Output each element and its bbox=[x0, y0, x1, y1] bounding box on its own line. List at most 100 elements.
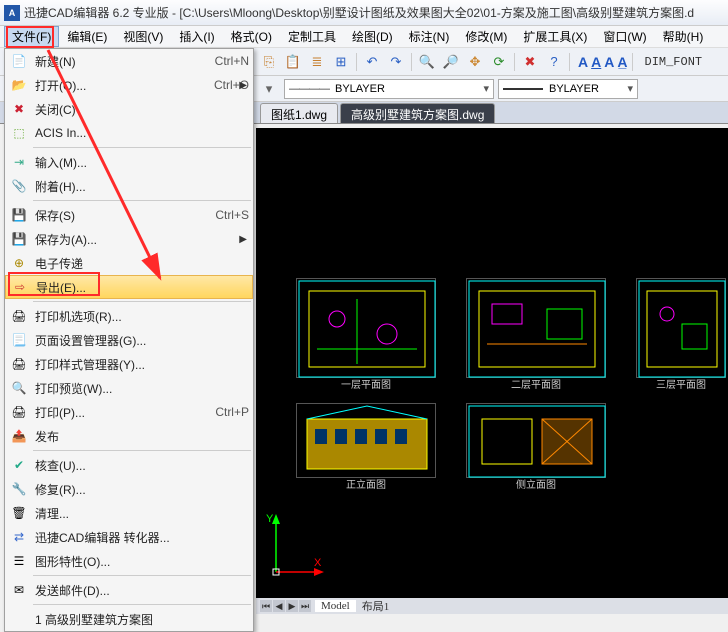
close-file-icon: ✖ bbox=[9, 101, 29, 117]
file-dropdown-menu: 📄 新建(N) Ctrl+N 📂 打开(O)... Ctrl+O ▶ ✖ 关闭(… bbox=[4, 48, 254, 632]
menu-recent-1[interactable]: 1 高级别墅建筑方案图 bbox=[5, 607, 253, 631]
menu-close[interactable]: ✖ 关闭(C) bbox=[5, 97, 253, 121]
menu-separator bbox=[33, 604, 251, 605]
tab-layout1[interactable]: 布局1 bbox=[356, 598, 396, 614]
close-icon[interactable]: ✖ bbox=[519, 51, 541, 73]
refresh-icon[interactable]: ⟳ bbox=[488, 51, 510, 73]
print-style-icon: 🖨 bbox=[9, 356, 29, 372]
properties-icon[interactable]: ⊞ bbox=[330, 51, 352, 73]
drawing-view-1[interactable]: 一层平面图 bbox=[296, 278, 436, 378]
toolbar-sep bbox=[569, 53, 570, 71]
menu-edit[interactable]: 编辑(E) bbox=[59, 26, 115, 47]
menu-format[interactable]: 格式(O) bbox=[223, 26, 280, 47]
menu-modify[interactable]: 修改(M) bbox=[457, 26, 515, 47]
menu-pagesetup[interactable]: 📃 页面设置管理器(G)... bbox=[5, 328, 253, 352]
nav-last-icon[interactable]: ⏭ bbox=[299, 600, 311, 612]
x-axis-label: X bbox=[314, 557, 322, 569]
print-icon: 🖨 bbox=[9, 404, 29, 420]
menu-recover[interactable]: 🔧 修复(R)... bbox=[5, 477, 253, 501]
thumb-label-5: 侧立面图 bbox=[516, 476, 556, 491]
open-folder-icon: 📂 bbox=[9, 77, 29, 93]
redo-icon[interactable]: ↷ bbox=[385, 51, 407, 73]
text-style-buttons[interactable]: A A A A̲ bbox=[578, 54, 628, 70]
chevron-down-icon: ▾ bbox=[627, 82, 633, 95]
menu-separator bbox=[33, 301, 251, 302]
layer-edit-icon[interactable]: ▾ bbox=[258, 78, 280, 100]
window-title: 迅捷CAD编辑器 6.2 专业版 - [C:\Users\Mloong\Desk… bbox=[24, 4, 694, 21]
menu-annotate[interactable]: 标注(N) bbox=[401, 26, 458, 47]
menu-export[interactable]: ⇨ 导出(E)... bbox=[5, 275, 253, 299]
menu-attach[interactable]: 📎 附着(H)... bbox=[5, 174, 253, 198]
menu-print[interactable]: 🖨 打印(P)... Ctrl+P bbox=[5, 400, 253, 424]
drawing-view-5[interactable]: 侧立面图 bbox=[466, 403, 606, 478]
copy-icon[interactable]: ⎘ bbox=[258, 51, 280, 73]
lineweight-combo[interactable]: BYLAYER ▾ bbox=[498, 79, 638, 99]
layers-icon[interactable]: ≣ bbox=[306, 51, 328, 73]
tab-nav-buttons[interactable]: ⏮ ◀ ▶ ⏭ bbox=[260, 600, 311, 612]
doc-tab-2[interactable]: 高级别墅建筑方案图.dwg bbox=[340, 103, 495, 123]
menu-input[interactable]: ⇥ 输入(M)... bbox=[5, 150, 253, 174]
menu-sendmail[interactable]: ✉ 发送邮件(D)... bbox=[5, 578, 253, 602]
etransmit-icon: ⊕ bbox=[9, 255, 29, 271]
saveas-icon: 💾 bbox=[9, 231, 29, 247]
app-icon: A bbox=[4, 5, 20, 21]
menu-audit[interactable]: ✔ 核查(U)... bbox=[5, 453, 253, 477]
text-style-a1[interactable]: A bbox=[578, 54, 588, 70]
menu-extend[interactable]: 扩展工具(X) bbox=[515, 26, 595, 47]
paste-icon[interactable]: 📋 bbox=[282, 51, 304, 73]
nav-next-icon[interactable]: ▶ bbox=[286, 600, 298, 612]
print-preview-icon: 🔍 bbox=[9, 380, 29, 396]
pan-icon[interactable]: ✥ bbox=[464, 51, 486, 73]
menu-acis[interactable]: ⬚ ACIS In... bbox=[5, 121, 253, 145]
menu-separator bbox=[33, 450, 251, 451]
bylayer-label: BYLAYER bbox=[335, 83, 385, 95]
text-style-a4[interactable]: A̲ bbox=[617, 54, 627, 70]
menu-purge[interactable]: 🗑 清理... bbox=[5, 501, 253, 525]
layout-tabs: ⏮ ◀ ▶ ⏭ Model 布局1 bbox=[256, 598, 728, 614]
ucs-icon: Y X bbox=[266, 512, 326, 582]
menu-draw[interactable]: 绘图(D) bbox=[344, 26, 401, 47]
zoom-out-icon[interactable]: 🔎 bbox=[440, 51, 462, 73]
menu-printopts[interactable]: 🖨 打印机选项(R)... bbox=[5, 304, 253, 328]
menu-separator bbox=[33, 147, 251, 148]
doc-tab-1[interactable]: 图纸1.dwg bbox=[260, 103, 338, 123]
converter-icon: ⇄ bbox=[9, 529, 29, 545]
menu-open[interactable]: 📂 打开(O)... Ctrl+O ▶ bbox=[5, 73, 253, 97]
menu-save[interactable]: 💾 保存(S) Ctrl+S bbox=[5, 203, 253, 227]
text-style-a3[interactable]: A bbox=[604, 54, 614, 70]
dim-font-label: DIM_FONT bbox=[645, 55, 703, 69]
menu-insert[interactable]: 插入(I) bbox=[171, 26, 222, 47]
menu-file[interactable]: 文件(F) bbox=[4, 26, 59, 47]
menu-new[interactable]: 📄 新建(N) Ctrl+N bbox=[5, 49, 253, 73]
help-icon[interactable]: ? bbox=[543, 51, 565, 73]
menu-etransmit[interactable]: ⊕ 电子传递 bbox=[5, 251, 253, 275]
import-icon: ⇥ bbox=[9, 154, 29, 170]
drawing-view-4[interactable]: 正立面图 bbox=[296, 403, 436, 478]
nav-first-icon[interactable]: ⏮ bbox=[260, 600, 272, 612]
zoom-in-icon[interactable]: 🔍 bbox=[416, 51, 438, 73]
thumb-label-2: 二层平面图 bbox=[511, 376, 561, 391]
menu-publish[interactable]: 📤 发布 bbox=[5, 424, 253, 448]
menu-drawprops[interactable]: ☰ 图形特性(O)... bbox=[5, 549, 253, 573]
tab-model[interactable]: Model bbox=[315, 600, 356, 612]
submenu-arrow-icon: ▶ bbox=[239, 234, 247, 245]
menu-separator bbox=[33, 200, 251, 201]
export-icon: ⇨ bbox=[10, 279, 30, 295]
menu-view[interactable]: 视图(V) bbox=[115, 26, 171, 47]
properties-icon: ☰ bbox=[9, 553, 29, 569]
menu-printpreview[interactable]: 🔍 打印预览(W)... bbox=[5, 376, 253, 400]
menu-custom[interactable]: 定制工具 bbox=[280, 26, 344, 47]
menu-window[interactable]: 窗口(W) bbox=[595, 26, 654, 47]
undo-icon[interactable]: ↶ bbox=[361, 51, 383, 73]
menu-converter[interactable]: ⇄ 迅捷CAD编辑器 转化器... bbox=[5, 525, 253, 549]
linetype-combo[interactable]: ———— BYLAYER ▾ bbox=[284, 79, 494, 99]
text-style-a2[interactable]: A bbox=[591, 54, 601, 70]
nav-prev-icon[interactable]: ◀ bbox=[273, 600, 285, 612]
drawing-canvas[interactable]: 一层平面图 二层平面图 三层平面图 正立面图 侧立面图 Y X bbox=[256, 128, 728, 602]
menu-printstyle[interactable]: 🖨 打印样式管理器(Y)... bbox=[5, 352, 253, 376]
drawing-view-2[interactable]: 二层平面图 bbox=[466, 278, 606, 378]
submenu-arrow-icon: ▶ bbox=[239, 80, 247, 91]
menu-saveas[interactable]: 💾 保存为(A)... ▶ bbox=[5, 227, 253, 251]
drawing-view-3[interactable]: 三层平面图 bbox=[636, 278, 726, 378]
menu-help[interactable]: 帮助(H) bbox=[655, 26, 712, 47]
